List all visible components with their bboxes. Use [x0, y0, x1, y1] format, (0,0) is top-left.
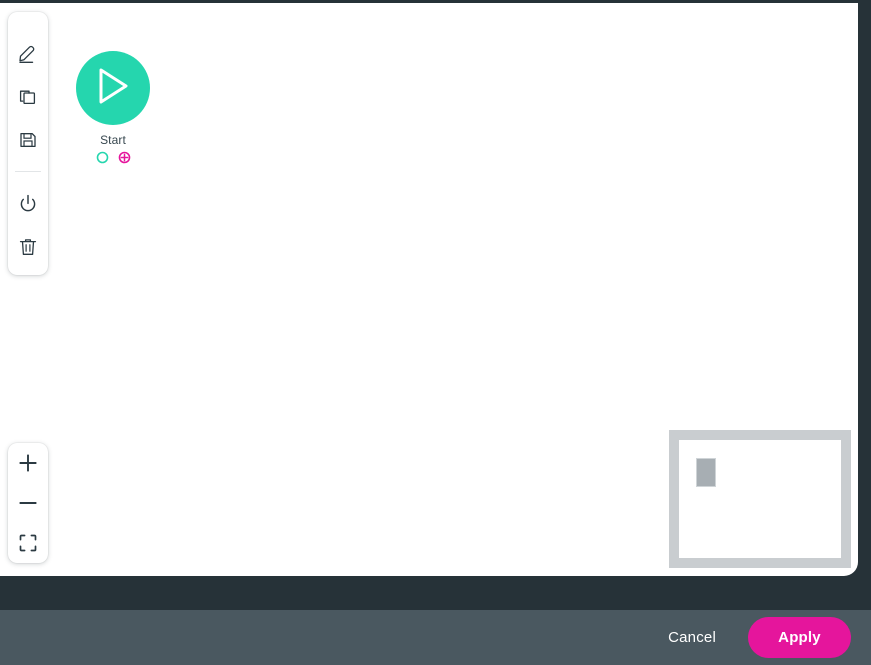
play-triangle-icon	[94, 66, 132, 111]
fit-to-view-icon	[16, 531, 40, 555]
canvas-node-start[interactable]: Start	[76, 51, 150, 164]
node-start-ports	[96, 151, 131, 164]
plus-circle-icon[interactable]	[118, 151, 131, 164]
plus-icon	[16, 451, 40, 475]
dialog-action-bar: Cancel Apply	[0, 610, 871, 665]
cancel-button[interactable]: Cancel	[654, 619, 730, 656]
power-tool-button[interactable]	[8, 182, 48, 225]
power-icon	[17, 193, 39, 215]
save-tool-button[interactable]	[8, 118, 48, 161]
minimap-node-start	[696, 458, 716, 487]
window-top-edge	[0, 0, 871, 3]
workflow-canvas[interactable]: Start	[0, 3, 858, 576]
canvas-zoom-controls	[8, 443, 48, 563]
zoom-in-button[interactable]	[8, 443, 48, 483]
minimap-viewport[interactable]	[679, 440, 841, 558]
canvas-minimap[interactable]	[669, 430, 851, 568]
workflow-editor-window: Start Cancel Apply	[0, 0, 871, 665]
delete-tool-button[interactable]	[8, 225, 48, 268]
pencil-icon	[17, 43, 39, 65]
trash-icon	[17, 236, 39, 258]
editor-toolbar	[8, 12, 48, 275]
circle-outline-icon[interactable]	[96, 151, 109, 164]
fit-view-button[interactable]	[8, 523, 48, 563]
minus-icon	[16, 491, 40, 515]
apply-button[interactable]: Apply	[748, 617, 851, 658]
node-start-label: Start	[100, 133, 126, 147]
floppy-disk-icon	[17, 129, 39, 151]
window-lower-chrome	[0, 576, 871, 610]
duplicate-tool-button[interactable]	[8, 75, 48, 118]
window-right-edge	[858, 0, 871, 576]
copy-icon	[17, 86, 39, 108]
edit-tool-button[interactable]	[8, 32, 48, 75]
toolbar-divider	[15, 171, 41, 172]
zoom-out-button[interactable]	[8, 483, 48, 523]
node-start-circle[interactable]	[76, 51, 150, 125]
